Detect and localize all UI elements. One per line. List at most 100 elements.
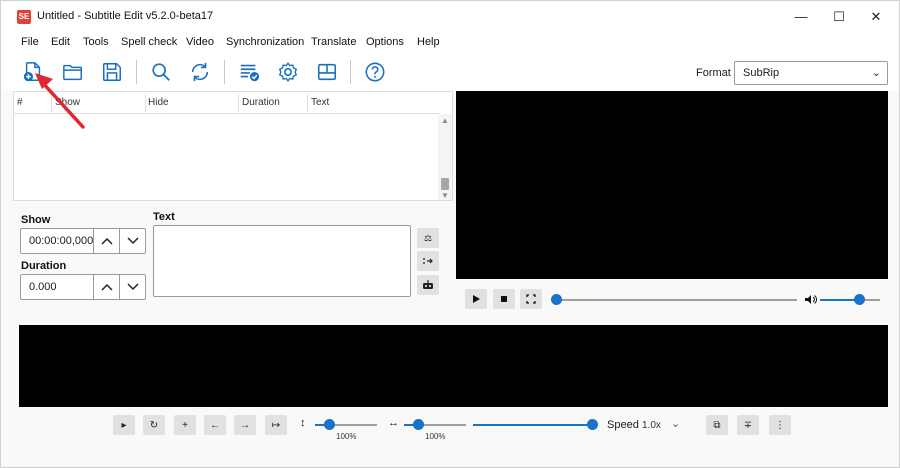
video-player[interactable] bbox=[456, 91, 888, 279]
column-hide[interactable]: Hide bbox=[148, 97, 169, 108]
waveform-panel[interactable] bbox=[19, 325, 888, 407]
toolbar-separator bbox=[224, 60, 225, 84]
auto-translate-button[interactable] bbox=[417, 275, 439, 295]
vertical-zoom-slider[interactable] bbox=[315, 419, 377, 430]
menu-translate[interactable]: Translate bbox=[311, 36, 356, 48]
copy-icon: ⧉ bbox=[713, 419, 721, 431]
video-position-knob[interactable] bbox=[551, 294, 562, 305]
horizontal-zoom-icon: ↔ bbox=[388, 417, 399, 429]
playback-speed-knob[interactable] bbox=[587, 419, 598, 430]
close-button[interactable]: ✕ bbox=[854, 1, 898, 33]
replace-icon bbox=[191, 62, 209, 82]
menu-synchronization[interactable]: Synchronization bbox=[226, 36, 304, 48]
speed-label: Speed bbox=[607, 419, 639, 431]
show-decrement-button[interactable] bbox=[119, 229, 145, 253]
scrollbar-thumb[interactable] bbox=[441, 178, 449, 190]
menu-tools[interactable]: Tools bbox=[83, 36, 109, 48]
annotation-arrow-icon bbox=[35, 73, 85, 129]
speed-value[interactable]: 1.0x bbox=[642, 420, 661, 431]
chevron-up-icon bbox=[100, 283, 113, 291]
toolbar: Format SubRip ⌄ bbox=[1, 53, 899, 91]
main-window: SE Untitled - Subtitle Edit v5.2.0-beta1… bbox=[0, 0, 900, 468]
volume-slider[interactable] bbox=[820, 294, 880, 305]
waveform-more-button[interactable]: ⋮ bbox=[769, 415, 791, 435]
chevron-up-icon bbox=[100, 237, 113, 245]
vertical-zoom-value: 100% bbox=[336, 432, 357, 441]
arrow-to-bar-icon: ↦ bbox=[271, 419, 281, 431]
chevron-down-icon: ⌄ bbox=[871, 67, 881, 79]
more-vertical-icon: ⋮ bbox=[775, 419, 785, 431]
text-label: Text bbox=[153, 211, 175, 223]
toolbar-separator bbox=[350, 60, 351, 84]
repeat-icon: ↻ bbox=[149, 419, 159, 431]
duration-value: 0.000 bbox=[29, 281, 57, 293]
vertical-zoom-icon: ↕ bbox=[300, 417, 306, 429]
stop-button[interactable] bbox=[493, 289, 515, 309]
duration-decrement-button[interactable] bbox=[119, 275, 145, 299]
play-button[interactable] bbox=[465, 289, 487, 309]
show-increment-button[interactable] bbox=[93, 229, 119, 253]
waveform-forward-button[interactable]: → bbox=[234, 415, 256, 435]
subtitle-text-area[interactable] bbox=[153, 225, 411, 297]
waveform-add-button[interactable]: + bbox=[174, 415, 196, 435]
horizontal-zoom-value: 100% bbox=[425, 432, 446, 441]
column-divider bbox=[145, 94, 146, 112]
format-label: Format bbox=[696, 67, 731, 79]
waveform-align-button[interactable]: ∓ bbox=[737, 415, 759, 435]
waveform-play-button[interactable]: ▸ bbox=[113, 415, 135, 435]
menu-edit[interactable]: Edit bbox=[51, 36, 70, 48]
play-icon: ▸ bbox=[121, 419, 127, 431]
save-button[interactable] bbox=[98, 59, 126, 85]
split-button[interactable] bbox=[417, 251, 439, 271]
format-select[interactable]: SubRip ⌄ bbox=[734, 61, 888, 85]
find-button[interactable] bbox=[147, 59, 175, 85]
waveform-back-button[interactable]: ← bbox=[204, 415, 226, 435]
show-time-input[interactable]: 00:00:00,000 bbox=[20, 228, 146, 254]
align-icon: ∓ bbox=[743, 419, 753, 431]
format-value: SubRip bbox=[743, 67, 780, 79]
layout-button[interactable] bbox=[313, 59, 341, 85]
menu-options[interactable]: Options bbox=[366, 36, 404, 48]
volume-icon[interactable] bbox=[804, 294, 817, 305]
split-icon bbox=[423, 258, 433, 264]
chevron-down-icon bbox=[126, 237, 139, 245]
menu-help[interactable]: Help bbox=[417, 36, 440, 48]
horizontal-zoom-knob[interactable] bbox=[413, 419, 424, 430]
help-button[interactable] bbox=[361, 59, 389, 85]
chevron-down-icon bbox=[126, 283, 139, 291]
duration-input[interactable]: 0.000 bbox=[20, 274, 146, 300]
find-icon bbox=[152, 63, 170, 81]
horizontal-zoom-slider[interactable] bbox=[404, 419, 466, 430]
play-icon bbox=[473, 295, 480, 303]
fullscreen-button[interactable] bbox=[520, 289, 542, 309]
menu-video[interactable]: Video bbox=[186, 36, 214, 48]
arrow-left-icon: ← bbox=[210, 419, 220, 431]
vertical-scrollbar[interactable]: ▲ ▼ bbox=[438, 114, 452, 200]
chevron-down-icon[interactable]: ⌄ bbox=[671, 417, 680, 430]
duration-increment-button[interactable] bbox=[93, 275, 119, 299]
scroll-down-icon[interactable]: ▼ bbox=[441, 191, 449, 200]
balance-button[interactable]: ⚖ bbox=[417, 228, 439, 248]
duration-label: Duration bbox=[21, 260, 67, 272]
waveform-go-to-end-button[interactable]: ↦ bbox=[265, 415, 287, 435]
video-position-slider[interactable] bbox=[551, 294, 797, 305]
app-icon: SE bbox=[17, 10, 31, 24]
fullscreen-icon bbox=[526, 294, 536, 304]
column-divider bbox=[238, 94, 239, 112]
column-duration[interactable]: Duration bbox=[242, 97, 280, 108]
fix-common-errors-button[interactable] bbox=[235, 59, 263, 85]
settings-button[interactable] bbox=[274, 59, 302, 85]
menu-bar: File Edit Tools Spell check Video Synchr… bbox=[1, 33, 899, 53]
playback-speed-slider[interactable] bbox=[473, 419, 598, 430]
replace-button[interactable] bbox=[186, 59, 214, 85]
column-text[interactable]: Text bbox=[311, 97, 329, 108]
volume-knob[interactable] bbox=[854, 294, 865, 305]
menu-file[interactable]: File bbox=[21, 36, 39, 48]
waveform-repeat-button[interactable]: ↻ bbox=[143, 415, 165, 435]
fix-common-errors-icon bbox=[240, 64, 260, 82]
menu-spell-check[interactable]: Spell check bbox=[121, 36, 177, 48]
scroll-up-icon[interactable]: ▲ bbox=[441, 116, 449, 125]
waveform-copy-button[interactable]: ⧉ bbox=[706, 415, 728, 435]
column-number[interactable]: # bbox=[17, 97, 23, 108]
vertical-zoom-knob[interactable] bbox=[324, 419, 335, 430]
